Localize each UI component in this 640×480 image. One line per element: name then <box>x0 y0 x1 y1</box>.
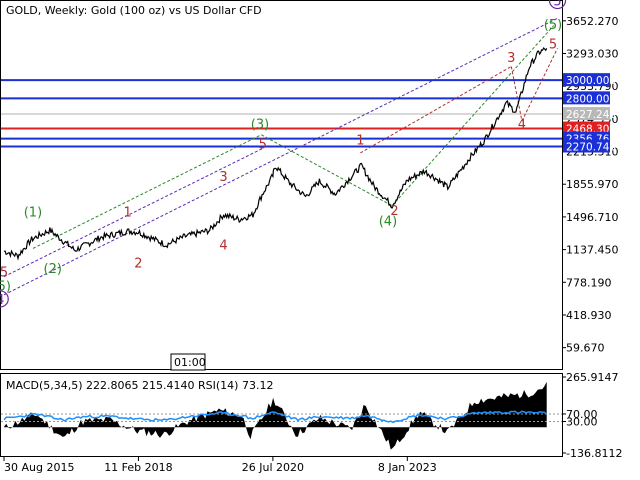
level-tag: 3000.000 <box>566 75 616 87</box>
time-tick-label: 30 Aug 2015 <box>4 461 74 474</box>
time-tick-label: 8 Jan 2023 <box>378 461 437 474</box>
time-tick-label: 11 Feb 2018 <box>104 461 172 474</box>
price-tick-label: 3293.030 <box>566 47 619 60</box>
indicator-axis: 265.914770.0030.00-136.8112 <box>562 371 622 460</box>
wave-label: 4 <box>219 238 227 253</box>
price-tick-label: 1137.450 <box>566 244 619 257</box>
time-axis: 30 Aug 2015 11 Feb 2018 26 Jul 2020 8 Jan 2… <box>3 457 437 474</box>
wave-label: (1) <box>24 206 42 221</box>
time-badge: 01:00 <box>174 356 206 369</box>
price-tick-label: 59.670 <box>566 342 605 355</box>
main-panel <box>0 0 563 370</box>
wave-label: (2) <box>44 262 62 277</box>
level-tag: 2270.743 <box>566 141 616 153</box>
price-tick-label: 3652.270 <box>566 15 619 28</box>
wave-label: (3) <box>251 117 269 132</box>
wave-label: 3 <box>219 170 227 185</box>
price-tick-label: 1855.970 <box>566 178 619 191</box>
wave-label: 4 <box>518 117 526 132</box>
wave-label: 2 <box>134 257 142 272</box>
wave-label: 1 <box>123 206 131 221</box>
wave-label: 2 <box>390 204 398 219</box>
wave-label: 5 <box>259 137 267 152</box>
level-tag: 2627.240 <box>566 109 616 121</box>
indicator-tick-label: 265.9147 <box>566 371 619 384</box>
price-tick-label: 778.190 <box>566 276 612 289</box>
price-tick-label: 1496.710 <box>566 211 619 224</box>
wave-label: 1 <box>356 134 364 149</box>
indicator-tick-label: 30.00 <box>566 416 598 429</box>
time-tick-label: 26 Jul 2020 <box>242 461 304 474</box>
level-tag: 2800.000 <box>566 93 616 105</box>
wave-label: 4 <box>0 293 4 308</box>
wave-label: 5 <box>553 0 561 10</box>
chart-canvas: 5(5)534(3)513(4)2(1)142(2)5(5)4 3652.270… <box>0 0 622 474</box>
indicator-tick-label: -136.8112 <box>566 447 622 460</box>
chart-title: GOLD, Weekly: Gold (100 oz) vs US Dollar… <box>6 4 262 17</box>
level-price-tags: 3000.0002800.0002627.2402468.3002356.769… <box>563 73 616 153</box>
price-tick-label: 418.930 <box>566 309 612 322</box>
wave-label: (5) <box>544 18 562 33</box>
wave-label: 5 <box>549 37 557 52</box>
indicator-title: MACD(5,34,5) 222.8065 215.4140 RSI(14) 7… <box>6 379 273 392</box>
price-axis: 3652.2703293.0302933.7902574.5502215.310… <box>562 15 619 355</box>
wave-label: 3 <box>507 51 515 66</box>
